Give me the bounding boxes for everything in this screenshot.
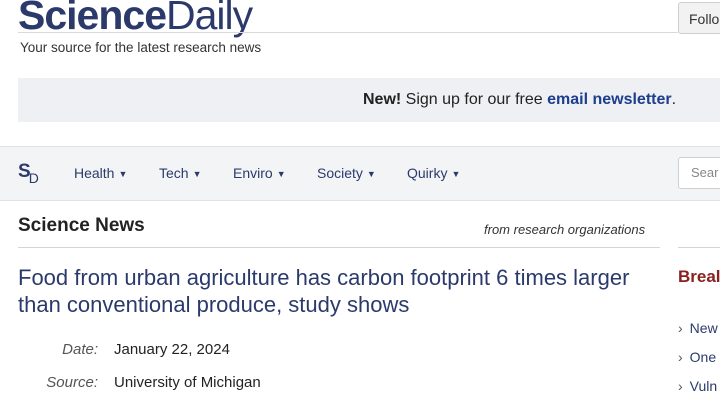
search-input[interactable]: Sear (678, 157, 720, 189)
section-divider (18, 247, 660, 248)
newsletter-period: . (671, 91, 677, 108)
date-value: January 22, 2024 (114, 341, 230, 358)
main-nav: SD Health ▼ Tech ▼ Enviro ▼ Society ▼ Quirky… (0, 146, 720, 201)
site-logo[interactable]: ScienceDaily (18, 0, 253, 40)
sidebar-item[interactable]: › One (678, 349, 716, 365)
sidebar-item-label: One (689, 349, 717, 365)
nav-tech[interactable]: Tech ▼ (159, 165, 202, 181)
nav-enviro-label: Enviro (233, 165, 273, 181)
chevron-right-icon: › (678, 349, 683, 365)
source-label: Source: (46, 374, 98, 391)
nav-enviro[interactable]: Enviro ▼ (233, 165, 286, 181)
nav-quirky[interactable]: Quirky ▼ (407, 165, 460, 181)
newsletter-copy: Sign up for our free (401, 91, 548, 108)
nav-society[interactable]: Society ▼ (317, 165, 376, 181)
follow-button[interactable]: Follo (678, 2, 720, 34)
newsletter-link[interactable]: email newsletter (547, 91, 672, 108)
sidebar-title: Breal (678, 267, 720, 286)
sidebar-item[interactable]: › New (678, 320, 718, 336)
caret-down-icon: ▼ (192, 169, 202, 179)
section-title: Science News (18, 215, 145, 236)
site-header: ScienceDaily Your source for the latest … (0, 0, 720, 70)
sidebar-divider (678, 247, 720, 248)
caret-down-icon: ▼ (451, 169, 461, 179)
caret-down-icon: ▼ (366, 169, 376, 179)
nav-health-label: Health (74, 165, 115, 181)
sd-logo[interactable]: SD (18, 161, 41, 186)
section-subtitle: from research organizations (484, 222, 646, 237)
chevron-right-icon: › (678, 378, 683, 394)
chevron-right-icon: › (678, 320, 683, 336)
tagline: Your source for the latest research news (20, 40, 262, 55)
nav-tech-label: Tech (159, 165, 189, 181)
newsletter-banner: New! Sign up for our free email newslett… (18, 78, 720, 122)
caret-down-icon: ▼ (118, 169, 128, 179)
nav-society-label: Society (317, 165, 363, 181)
date-label: Date: (62, 341, 98, 358)
sidebar-item-label: Vuln (689, 378, 718, 394)
article-headline: Food from urban agriculture has carbon f… (18, 265, 630, 317)
source-value: University of Michigan (114, 374, 261, 391)
new-label: New! (363, 91, 402, 108)
header-divider (18, 32, 678, 33)
newsletter-text: New! Sign up for our free email newslett… (363, 91, 676, 109)
nav-health[interactable]: Health ▼ (74, 165, 127, 181)
nav-quirky-label: Quirky (407, 165, 448, 181)
caret-down-icon: ▼ (276, 169, 286, 179)
sidebar-item-label: New (689, 320, 718, 336)
sidebar-item[interactable]: › Vuln (678, 378, 717, 394)
sd-logo-d: D (28, 170, 39, 186)
